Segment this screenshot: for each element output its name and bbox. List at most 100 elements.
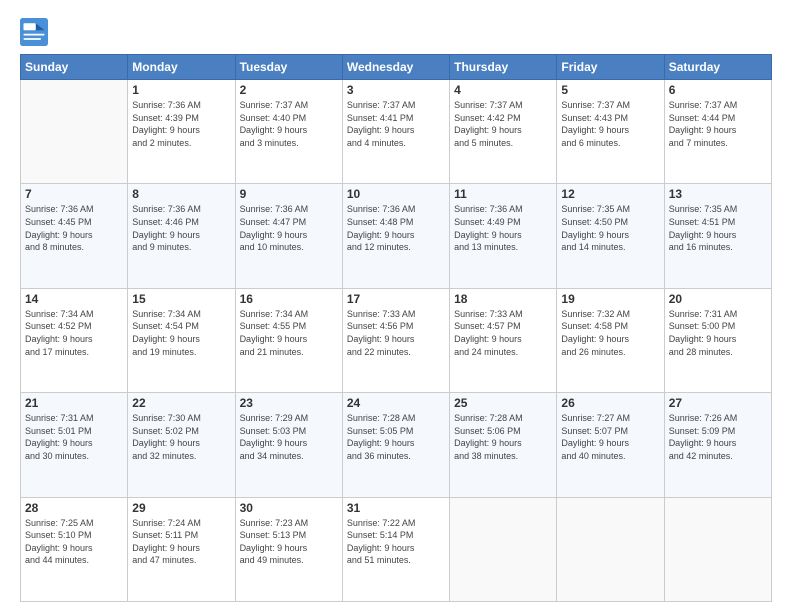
calendar-header: Sunday Monday Tuesday Wednesday Thursday… — [21, 55, 772, 80]
day-cell-0-6: 6 Sunrise: 7:37 AM Sunset: 4:44 PM Daylig… — [664, 80, 771, 184]
day-number-22: 22 — [132, 396, 230, 410]
day-number-3: 3 — [347, 83, 445, 97]
day-info-12: Sunrise: 7:35 AM Sunset: 4:50 PM Dayligh… — [561, 203, 659, 253]
day-info-5: Sunrise: 7:37 AM Sunset: 4:43 PM Dayligh… — [561, 99, 659, 149]
day-cell-3-4: 25 Sunrise: 7:28 AM Sunset: 5:06 PM Dayli… — [450, 393, 557, 497]
day-number-6: 6 — [669, 83, 767, 97]
day-cell-2-5: 19 Sunrise: 7:32 AM Sunset: 4:58 PM Dayli… — [557, 288, 664, 392]
day-number-19: 19 — [561, 292, 659, 306]
day-number-1: 1 — [132, 83, 230, 97]
day-number-5: 5 — [561, 83, 659, 97]
day-cell-3-2: 23 Sunrise: 7:29 AM Sunset: 5:03 PM Dayli… — [235, 393, 342, 497]
day-number-16: 16 — [240, 292, 338, 306]
day-cell-0-2: 2Sunrise: 7:37 AM Sunset: 4:40 PM Daylig… — [235, 80, 342, 184]
day-number-4: 4 — [454, 83, 552, 97]
day-cell-4-5 — [557, 497, 664, 601]
col-friday: Friday — [557, 55, 664, 80]
day-cell-1-6: 13Sunrise: 7:35 AM Sunset: 4:51 PM Dayli… — [664, 184, 771, 288]
week-row-5: 28Sunrise: 7:25 AM Sunset: 5:10 PM Dayli… — [21, 497, 772, 601]
day-number-25: 25 — [454, 396, 552, 410]
day-info-25: Sunrise: 7:28 AM Sunset: 5:06 PM Dayligh… — [454, 412, 552, 462]
day-info-30: Sunrise: 7:23 AM Sunset: 5:13 PM Dayligh… — [240, 517, 338, 567]
day-cell-0-1: 1 Sunrise: 7:36 AM Sunset: 4:39 PM Daylig… — [128, 80, 235, 184]
day-number-31: 31 — [347, 501, 445, 515]
day-info-19: Sunrise: 7:32 AM Sunset: 4:58 PM Dayligh… — [561, 308, 659, 358]
day-info-22: Sunrise: 7:30 AM Sunset: 5:02 PM Dayligh… — [132, 412, 230, 462]
day-number-8: 8 — [132, 187, 230, 201]
calendar-body: 1 Sunrise: 7:36 AM Sunset: 4:39 PM Daylig… — [21, 80, 772, 602]
day-cell-4-2: 30 Sunrise: 7:23 AM Sunset: 5:13 PM Dayli… — [235, 497, 342, 601]
day-number-7: 7 — [25, 187, 123, 201]
day-info-21: Sunrise: 7:31 AM Sunset: 5:01 PM Dayligh… — [25, 412, 123, 462]
day-number-23: 23 — [240, 396, 338, 410]
day-info-4: Sunrise: 7:37 AM Sunset: 4:42 PM Dayligh… — [454, 99, 552, 149]
calendar-table: Sunday Monday Tuesday Wednesday Thursday… — [20, 54, 772, 602]
day-number-12: 12 — [561, 187, 659, 201]
day-number-24: 24 — [347, 396, 445, 410]
day-cell-2-6: 20 Sunrise: 7:31 AM Sunset: 5:00 PM Dayli… — [664, 288, 771, 392]
week-row-3: 14Sunrise: 7:34 AM Sunset: 4:52 PM Dayli… — [21, 288, 772, 392]
day-info-7: Sunrise: 7:36 AM Sunset: 4:45 PM Dayligh… — [25, 203, 123, 253]
day-info-2: Sunrise: 7:37 AM Sunset: 4:40 PM Dayligh… — [240, 99, 338, 149]
day-number-10: 10 — [347, 187, 445, 201]
page: Sunday Monday Tuesday Wednesday Thursday… — [0, 0, 792, 612]
logo — [20, 18, 52, 46]
day-cell-2-2: 16 Sunrise: 7:34 AM Sunset: 4:55 PM Dayli… — [235, 288, 342, 392]
day-cell-2-0: 14Sunrise: 7:34 AM Sunset: 4:52 PM Dayli… — [21, 288, 128, 392]
day-cell-4-1: 29 Sunrise: 7:24 AM Sunset: 5:11 PM Dayli… — [128, 497, 235, 601]
day-info-27: Sunrise: 7:26 AM Sunset: 5:09 PM Dayligh… — [669, 412, 767, 462]
day-info-14: Sunrise: 7:34 AM Sunset: 4:52 PM Dayligh… — [25, 308, 123, 358]
day-cell-4-4 — [450, 497, 557, 601]
day-info-11: Sunrise: 7:36 AM Sunset: 4:49 PM Dayligh… — [454, 203, 552, 253]
day-cell-4-0: 28Sunrise: 7:25 AM Sunset: 5:10 PM Dayli… — [21, 497, 128, 601]
day-info-28: Sunrise: 7:25 AM Sunset: 5:10 PM Dayligh… — [25, 517, 123, 567]
day-cell-3-3: 24 Sunrise: 7:28 AM Sunset: 5:05 PM Dayli… — [342, 393, 449, 497]
day-number-9: 9 — [240, 187, 338, 201]
logo-icon — [20, 18, 48, 46]
week-row-4: 21 Sunrise: 7:31 AM Sunset: 5:01 PM Dayli… — [21, 393, 772, 497]
col-monday: Monday — [128, 55, 235, 80]
day-cell-0-5: 5 Sunrise: 7:37 AM Sunset: 4:43 PM Daylig… — [557, 80, 664, 184]
day-info-23: Sunrise: 7:29 AM Sunset: 5:03 PM Dayligh… — [240, 412, 338, 462]
day-number-21: 21 — [25, 396, 123, 410]
day-number-30: 30 — [240, 501, 338, 515]
day-cell-1-4: 11 Sunrise: 7:36 AM Sunset: 4:49 PM Dayli… — [450, 184, 557, 288]
day-cell-2-1: 15 Sunrise: 7:34 AM Sunset: 4:54 PM Dayli… — [128, 288, 235, 392]
day-cell-0-0 — [21, 80, 128, 184]
day-info-17: Sunrise: 7:33 AM Sunset: 4:56 PM Dayligh… — [347, 308, 445, 358]
day-info-31: Sunrise: 7:22 AM Sunset: 5:14 PM Dayligh… — [347, 517, 445, 567]
day-cell-2-4: 18Sunrise: 7:33 AM Sunset: 4:57 PM Dayli… — [450, 288, 557, 392]
day-number-17: 17 — [347, 292, 445, 306]
day-cell-4-3: 31 Sunrise: 7:22 AM Sunset: 5:14 PM Dayli… — [342, 497, 449, 601]
header-row: Sunday Monday Tuesday Wednesday Thursday… — [21, 55, 772, 80]
day-cell-1-2: 9 Sunrise: 7:36 AM Sunset: 4:47 PM Daylig… — [235, 184, 342, 288]
day-cell-3-6: 27 Sunrise: 7:26 AM Sunset: 5:09 PM Dayli… — [664, 393, 771, 497]
day-info-13: Sunrise: 7:35 AM Sunset: 4:51 PM Dayligh… — [669, 203, 767, 253]
day-info-9: Sunrise: 7:36 AM Sunset: 4:47 PM Dayligh… — [240, 203, 338, 253]
day-info-15: Sunrise: 7:34 AM Sunset: 4:54 PM Dayligh… — [132, 308, 230, 358]
day-cell-1-0: 7 Sunrise: 7:36 AM Sunset: 4:45 PM Daylig… — [21, 184, 128, 288]
day-number-29: 29 — [132, 501, 230, 515]
day-info-24: Sunrise: 7:28 AM Sunset: 5:05 PM Dayligh… — [347, 412, 445, 462]
day-info-10: Sunrise: 7:36 AM Sunset: 4:48 PM Dayligh… — [347, 203, 445, 253]
day-number-20: 20 — [669, 292, 767, 306]
day-info-3: Sunrise: 7:37 AM Sunset: 4:41 PM Dayligh… — [347, 99, 445, 149]
day-cell-1-1: 8Sunrise: 7:36 AM Sunset: 4:46 PM Daylig… — [128, 184, 235, 288]
day-number-27: 27 — [669, 396, 767, 410]
day-info-1: Sunrise: 7:36 AM Sunset: 4:39 PM Dayligh… — [132, 99, 230, 149]
day-info-6: Sunrise: 7:37 AM Sunset: 4:44 PM Dayligh… — [669, 99, 767, 149]
day-info-26: Sunrise: 7:27 AM Sunset: 5:07 PM Dayligh… — [561, 412, 659, 462]
day-cell-0-4: 4 Sunrise: 7:37 AM Sunset: 4:42 PM Daylig… — [450, 80, 557, 184]
day-info-29: Sunrise: 7:24 AM Sunset: 5:11 PM Dayligh… — [132, 517, 230, 567]
day-cell-3-0: 21 Sunrise: 7:31 AM Sunset: 5:01 PM Dayli… — [21, 393, 128, 497]
day-info-16: Sunrise: 7:34 AM Sunset: 4:55 PM Dayligh… — [240, 308, 338, 358]
col-wednesday: Wednesday — [342, 55, 449, 80]
day-cell-3-1: 22 Sunrise: 7:30 AM Sunset: 5:02 PM Dayli… — [128, 393, 235, 497]
day-number-15: 15 — [132, 292, 230, 306]
col-saturday: Saturday — [664, 55, 771, 80]
col-thursday: Thursday — [450, 55, 557, 80]
day-info-20: Sunrise: 7:31 AM Sunset: 5:00 PM Dayligh… — [669, 308, 767, 358]
day-number-26: 26 — [561, 396, 659, 410]
header — [20, 18, 772, 46]
day-number-11: 11 — [454, 187, 552, 201]
